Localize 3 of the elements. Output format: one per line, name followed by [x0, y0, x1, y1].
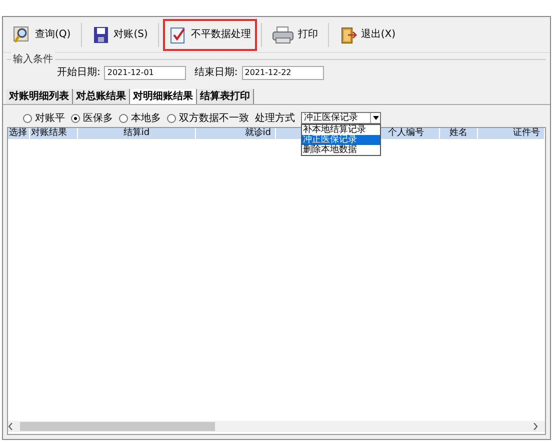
field-label: 处理方式 [255, 112, 295, 126]
field-label: 开始日期: [57, 66, 100, 80]
field-label: 结束日期: [194, 66, 238, 80]
